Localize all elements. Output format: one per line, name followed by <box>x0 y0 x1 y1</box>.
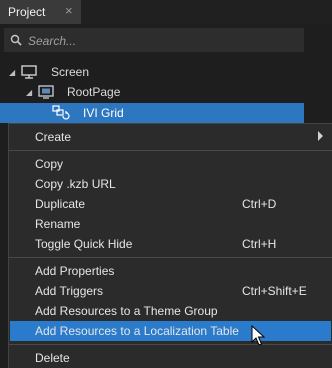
menu-item-label: Copy .kzb URL <box>35 177 116 191</box>
search-box <box>4 28 304 52</box>
menu-item-copy[interactable]: Copy <box>9 154 332 174</box>
menu-item-shortcut: Ctrl+H <box>242 237 277 251</box>
menu-item-add-triggers[interactable]: Add Triggers Ctrl+Shift+E <box>9 281 332 301</box>
tab-project[interactable]: Project × <box>0 0 81 24</box>
menu-item-add-resources-localization-table[interactable]: Add Resources to a Localization Table <box>10 321 331 341</box>
tree-item-label: RootPage <box>67 85 121 99</box>
menu-divider <box>9 150 332 151</box>
menu-item-add-properties[interactable]: Add Properties <box>9 261 332 281</box>
menu-item-delete[interactable]: Delete <box>9 348 332 368</box>
menu-item-create[interactable]: Create <box>9 127 332 147</box>
menu-item-label: Create <box>35 130 72 144</box>
menu-item-label: Delete <box>35 351 70 365</box>
menu-item-label: Rename <box>35 217 81 231</box>
menu-item-label: Duplicate <box>35 197 86 211</box>
close-icon[interactable]: × <box>65 3 73 18</box>
menu-item-label: Add Triggers <box>35 284 104 298</box>
menu-item-duplicate[interactable]: Duplicate Ctrl+D <box>9 194 332 214</box>
grid-layout-icon <box>52 105 70 120</box>
search-icon <box>10 34 22 46</box>
menu-item-add-resources-theme-group[interactable]: Add Resources to a Theme Group <box>9 301 332 321</box>
menu-item-label: Add Properties <box>35 264 115 278</box>
submenu-arrow-icon <box>318 131 323 141</box>
mouse-cursor-icon <box>251 325 265 346</box>
context-menu: Create Copy Copy .kzb URL Duplicate Ctrl… <box>8 123 332 368</box>
menu-item-label: Toggle Quick Hide <box>35 237 133 251</box>
tab-project-label: Project <box>8 5 46 19</box>
menu-item-rename[interactable]: Rename <box>9 214 332 234</box>
menu-divider <box>9 344 332 345</box>
tree-item-rootpage[interactable]: ◢ RootPage <box>0 82 332 102</box>
monitor-icon <box>21 65 37 79</box>
tree-item-label: IVI Grid <box>83 106 124 120</box>
tree-item-label: Screen <box>51 65 90 79</box>
page-icon <box>38 85 54 99</box>
search-input[interactable] <box>26 30 302 52</box>
menu-divider <box>9 257 332 258</box>
panel-tab-bar: Project × <box>0 0 332 24</box>
tree-item-screen[interactable]: ◢ Screen <box>0 62 332 82</box>
menu-item-toggle-quick-hide[interactable]: Toggle Quick Hide Ctrl+H <box>9 234 332 254</box>
menu-item-label: Add Resources to a Theme Group <box>35 304 218 318</box>
menu-item-shortcut: Ctrl+D <box>242 197 277 211</box>
expand-arrow-icon[interactable]: ◢ <box>26 88 32 97</box>
menu-item-shortcut: Ctrl+Shift+E <box>242 284 307 298</box>
tree-item-ivi-grid[interactable]: IVI Grid <box>0 103 304 123</box>
menu-item-label: Add Resources to a Localization Table <box>35 324 239 338</box>
menu-item-copy-kzb-url[interactable]: Copy .kzb URL <box>9 174 332 194</box>
menu-item-label: Copy <box>35 157 64 171</box>
expand-arrow-icon[interactable]: ◢ <box>9 68 15 77</box>
